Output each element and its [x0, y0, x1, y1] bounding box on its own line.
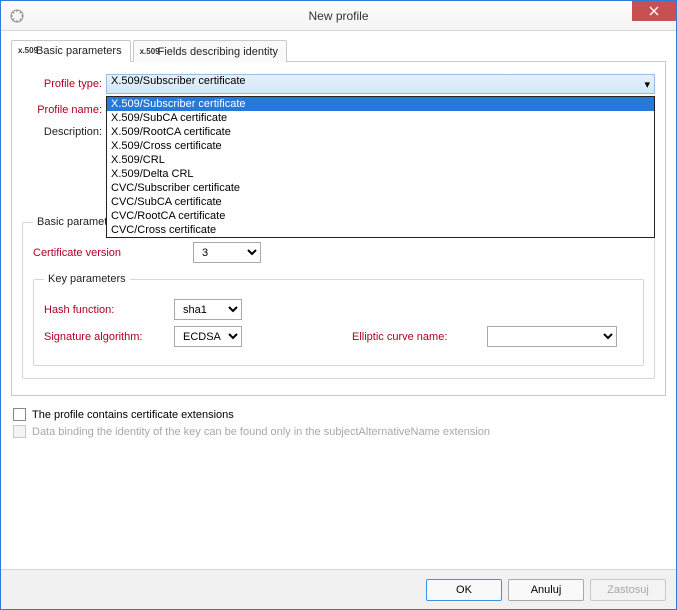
app-icon: [9, 8, 25, 24]
window-title: New profile: [1, 9, 676, 23]
ok-button[interactable]: OK: [426, 579, 502, 601]
dropdown-item[interactable]: X.509/CRL: [107, 153, 654, 167]
tab-strip: x.509 Basic parameters x.509 Fields desc…: [11, 39, 666, 62]
profile-type-label: Profile type:: [22, 78, 106, 90]
check-databinding: [13, 425, 26, 438]
tab-fields-identity[interactable]: x.509 Fields describing identity: [133, 40, 287, 62]
titlebar: New profile: [1, 1, 676, 31]
hash-label: Hash function:: [44, 304, 174, 316]
tab-page-basic: Profile type: X.509/Subscriber certifica…: [11, 62, 666, 396]
cert-version-label: Certificate version: [33, 247, 193, 259]
fieldset-basic-parameters: Basic parameters Certificate version 3 K…: [22, 216, 655, 379]
ecurve-select[interactable]: [487, 326, 617, 347]
description-label: Description:: [22, 126, 106, 138]
profile-type-select[interactable]: X.509/Subscriber certificate ▾: [106, 74, 655, 94]
tab-label: Fields describing identity: [158, 46, 278, 58]
profile-type-value: X.509/Subscriber certificate: [111, 75, 246, 87]
legend-key-parameters: Key parameters: [44, 273, 130, 285]
tab-label: Basic parameters: [36, 45, 122, 57]
x509-sub-icon: x.509: [140, 47, 154, 57]
close-button[interactable]: [632, 1, 676, 21]
tab-basic-parameters[interactable]: x.509 Basic parameters: [11, 40, 131, 62]
close-icon: [649, 6, 659, 16]
cancel-button[interactable]: Anuluj: [508, 579, 584, 601]
dropdown-item[interactable]: CVC/SubCA certificate: [107, 195, 654, 209]
button-bar: OK Anuluj Zastosuj: [1, 569, 676, 609]
fieldset-key-parameters: Key parameters Hash function: sha1 Signa…: [33, 273, 644, 366]
checkboxes: The profile contains certificate extensi…: [11, 408, 666, 438]
check-extensions-row: The profile contains certificate extensi…: [13, 408, 664, 421]
dropdown-item[interactable]: X.509/Subscriber certificate: [107, 97, 654, 111]
chevron-down-icon: ▾: [644, 78, 650, 91]
dropdown-item[interactable]: CVC/Cross certificate: [107, 223, 654, 237]
row-cert-version: Certificate version 3: [33, 242, 644, 263]
dropdown-item[interactable]: CVC/Subscriber certificate: [107, 181, 654, 195]
row-profile-type: Profile type: X.509/Subscriber certifica…: [22, 74, 655, 94]
dropdown-item[interactable]: X.509/Delta CRL: [107, 167, 654, 181]
ecurve-label: Elliptic curve name:: [352, 331, 447, 343]
check-extensions-label: The profile contains certificate extensi…: [32, 409, 234, 421]
dropdown-item[interactable]: X.509/SubCA certificate: [107, 111, 654, 125]
profile-name-label: Profile name:: [22, 104, 106, 116]
row-hash: Hash function: sha1: [44, 299, 633, 320]
content-area: x.509 Basic parameters x.509 Fields desc…: [1, 31, 676, 569]
dropdown-item[interactable]: CVC/RootCA certificate: [107, 209, 654, 223]
row-signature: Signature algorithm: ECDSA Elliptic curv…: [44, 326, 633, 347]
profile-type-dropdown[interactable]: X.509/Subscriber certificateX.509/SubCA …: [106, 96, 655, 238]
apply-button: Zastosuj: [590, 579, 666, 601]
check-databinding-label: Data binding the identity of the key can…: [32, 426, 490, 438]
dialog-window: New profile x.509 Basic parameters x.509…: [0, 0, 677, 610]
sig-select[interactable]: ECDSA: [174, 326, 242, 347]
check-extensions[interactable]: [13, 408, 26, 421]
dropdown-item[interactable]: X.509/Cross certificate: [107, 139, 654, 153]
x509-icon: x.509: [18, 46, 32, 56]
sig-label: Signature algorithm:: [44, 331, 174, 343]
dropdown-item[interactable]: X.509/RootCA certificate: [107, 125, 654, 139]
cert-version-select[interactable]: 3: [193, 242, 261, 263]
check-databinding-row: Data binding the identity of the key can…: [13, 425, 664, 438]
hash-select[interactable]: sha1: [174, 299, 242, 320]
